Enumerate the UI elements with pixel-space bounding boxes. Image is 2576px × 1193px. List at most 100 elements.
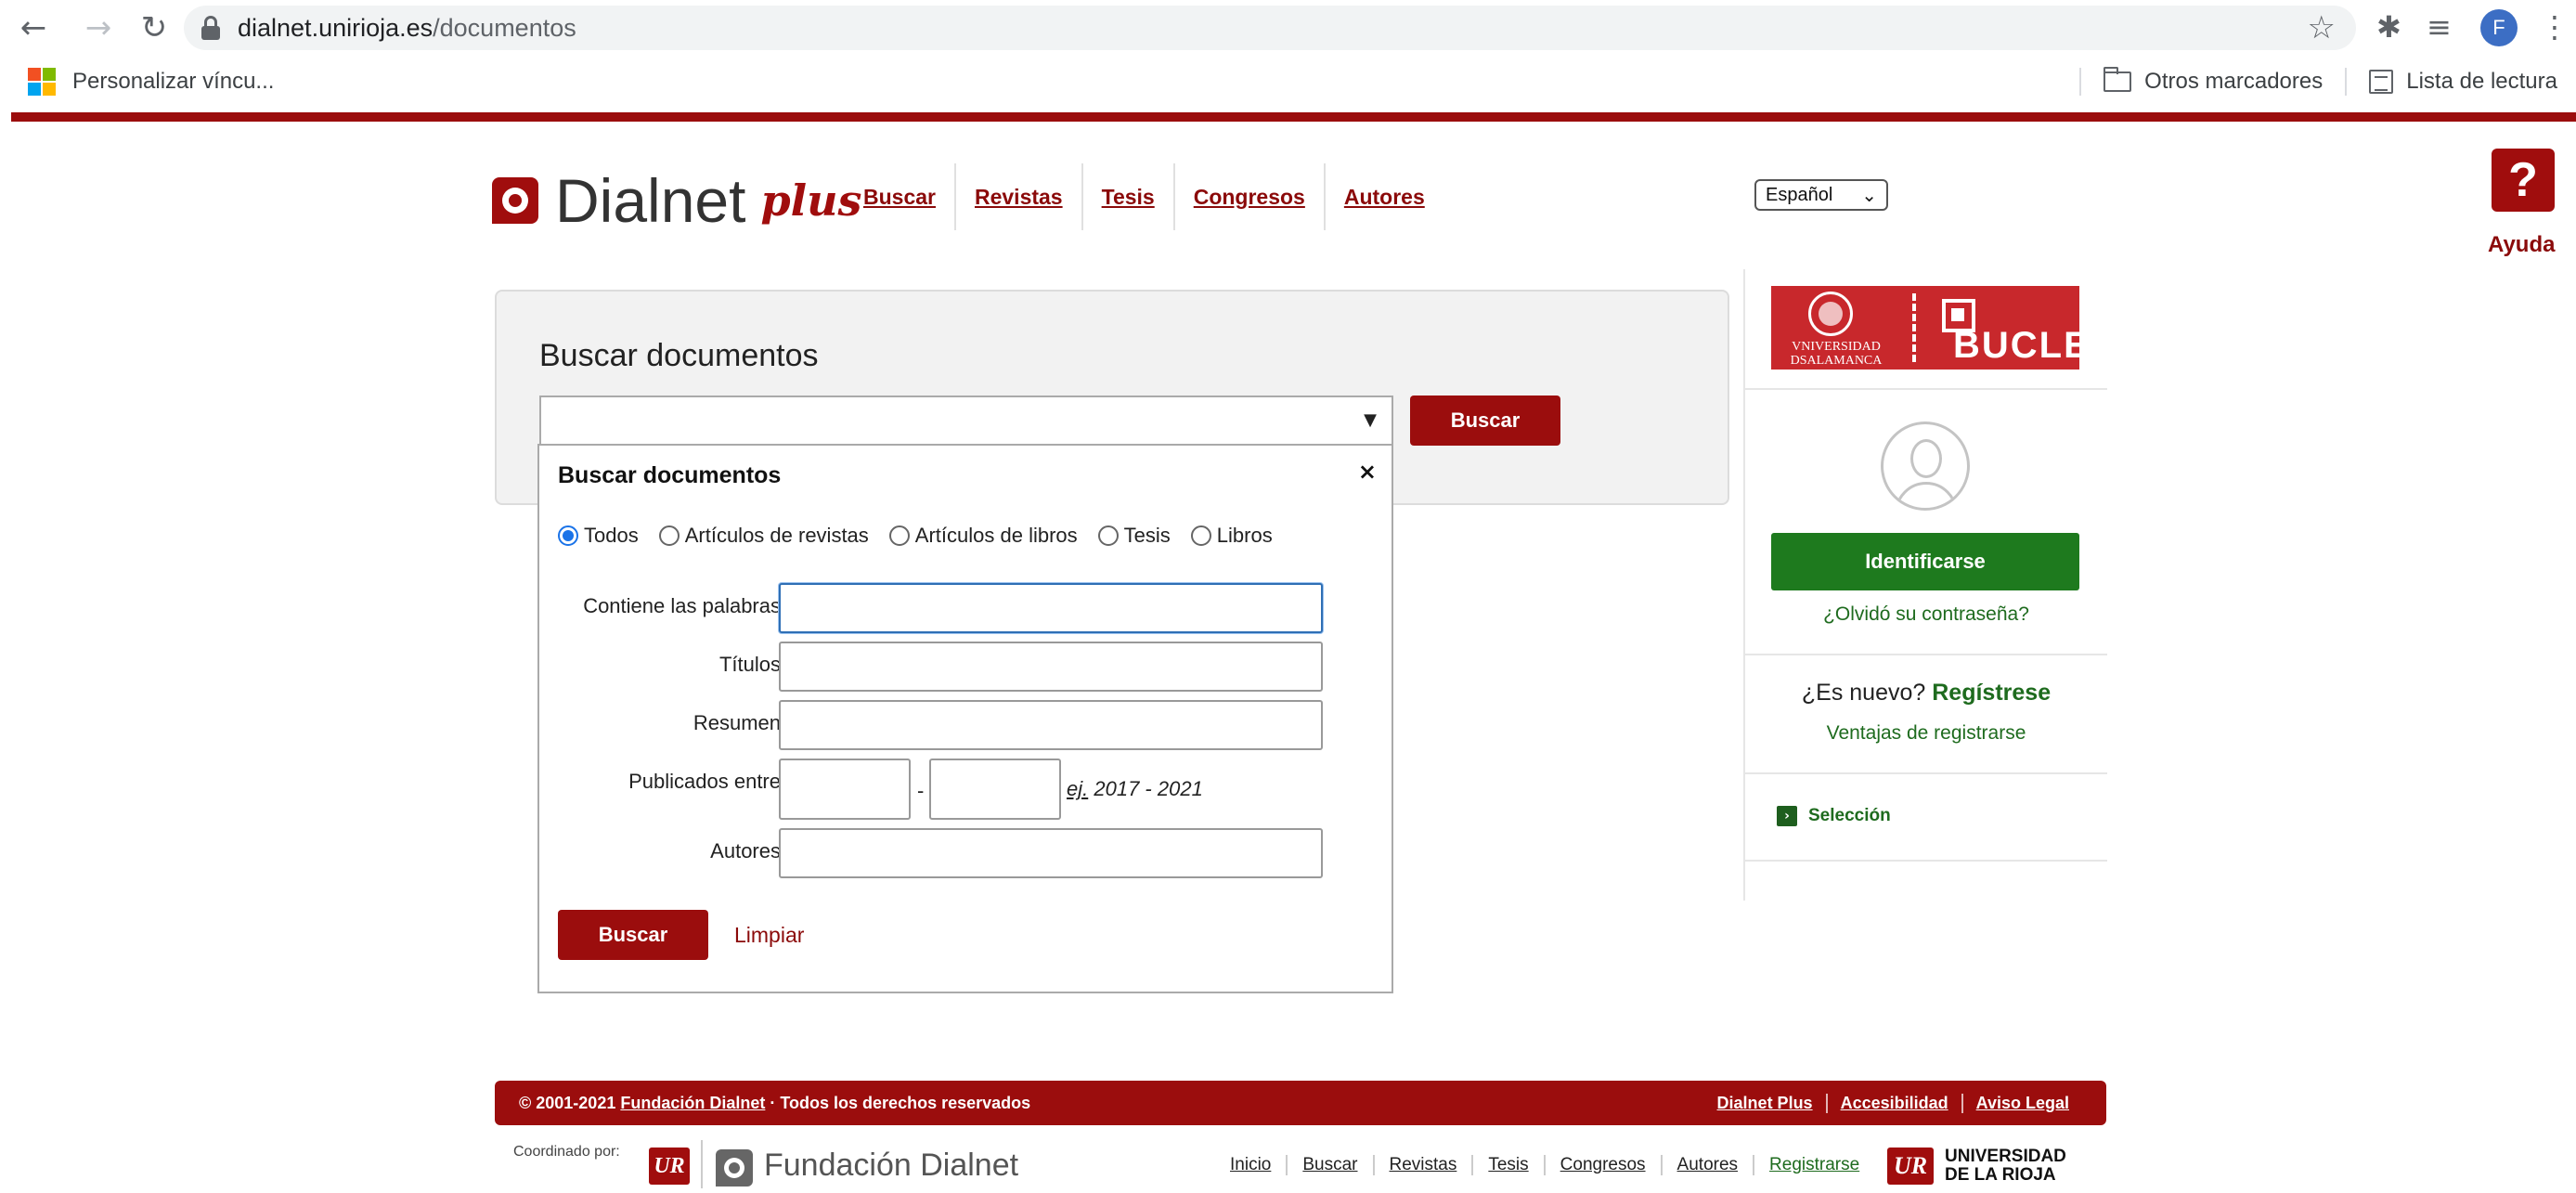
address-bar[interactable]: dialnet.unirioja.es/documentos ☆ <box>184 6 2356 50</box>
words-label: Contiene las palabras <box>583 594 781 617</box>
extensions-puzzle-icon[interactable]: ✱ <box>2376 9 2401 45</box>
radio-articulos-libros[interactable]: Artículos de libros <box>888 524 1078 548</box>
register-link[interactable]: Regístrese <box>1932 680 2051 706</box>
usal-seal-icon <box>1808 292 1853 336</box>
bookmark-separator <box>2345 68 2348 96</box>
close-icon[interactable]: × <box>1358 459 1377 485</box>
fundacion-dialnet-logo-icon[interactable] <box>716 1149 753 1187</box>
search-combo-input[interactable]: ▼ <box>539 396 1393 447</box>
dialnet-logo[interactable]: Dialnet plus <box>492 166 861 235</box>
nav-autores[interactable]: Autores <box>1326 163 1443 230</box>
bookmarks-bar: Personalizar víncu... Otros marcadores L… <box>0 59 2576 104</box>
radio-circle[interactable] <box>1190 525 1211 546</box>
bookmark-otros-marcadores[interactable]: Otros marcadores <box>2144 69 2323 95</box>
language-select[interactable]: Español ⌄ <box>1754 179 1888 211</box>
unirioja-logo-icon[interactable]: UR <box>649 1148 690 1185</box>
footer-bar: © 2001-2021 Fundación Dialnet · Todos lo… <box>495 1081 2106 1125</box>
year-dash: - <box>917 779 925 802</box>
sidebar-divider <box>1745 772 2107 774</box>
summary-label: Resumen <box>693 711 781 734</box>
footer-copyright: © 2001-2021 Fundación Dialnet · Todos lo… <box>519 1093 1031 1112</box>
nav-tesis[interactable]: Tesis <box>1083 163 1175 230</box>
forgot-password-link[interactable]: ¿Olvidó su contraseña? <box>1745 603 2107 626</box>
bookmark-reading-list[interactable]: Lista de lectura <box>2406 69 2557 95</box>
footer-links: Dialnet Plus Accesibilidad Aviso Legal <box>1704 1093 2082 1113</box>
radio-circle[interactable] <box>558 525 578 546</box>
footer-nav-revistas[interactable]: Revistas <box>1372 1155 1472 1175</box>
bucle-banner[interactable]: VNIVERSIDAD DSALAMANCA BUCLE <box>1771 286 2089 370</box>
words-input[interactable] <box>779 583 1323 633</box>
authors-input[interactable] <box>779 828 1323 878</box>
radio-libros[interactable]: Libros <box>1190 524 1273 548</box>
url-text: dialnet.unirioja.es/documentos <box>238 13 576 42</box>
titles-label: Títulos <box>718 653 781 676</box>
radio-tesis[interactable]: Tesis <box>1097 524 1171 548</box>
fundacion-dialnet-text[interactable]: Fundación Dialnet <box>764 1148 1018 1184</box>
radio-todos[interactable]: Todos <box>558 524 639 548</box>
top-red-rule <box>11 112 2576 122</box>
row-words: Contiene las palabras <box>539 583 1393 635</box>
bookmark-personalizar[interactable]: Personalizar víncu... <box>72 69 274 95</box>
footer-nav-autores[interactable]: Autores <box>1660 1155 1753 1175</box>
folder-icon <box>2104 67 2132 92</box>
browser-toolbar: ← → ↻ dialnet.unirioja.es/documentos ☆ ✱… <box>0 0 2576 56</box>
language-value: Español <box>1766 184 1833 205</box>
coordinated-by-label: Coordinado por: <box>513 1144 620 1160</box>
footer-link-accesibilidad[interactable]: Accesibilidad <box>1825 1093 1961 1113</box>
summary-input[interactable] <box>779 700 1323 750</box>
lock-icon[interactable] <box>201 16 221 40</box>
footer-nav-registrarse[interactable]: Registrarse <box>1753 1155 1874 1175</box>
radio-circle[interactable] <box>658 525 680 546</box>
media-queue-icon[interactable]: ≡ <box>2427 9 2452 45</box>
bucle-text: BUCLE <box>1953 325 2091 366</box>
forward-arrow-icon[interactable]: → <box>78 7 119 48</box>
advanced-search-popup: Buscar documentos × Todos Artículos de r… <box>537 444 1393 993</box>
back-arrow-icon[interactable]: ← <box>13 7 54 48</box>
profile-avatar[interactable]: F <box>2480 9 2518 46</box>
selection-link[interactable]: › Selección <box>1777 806 1891 826</box>
nav-revistas[interactable]: Revistas <box>956 163 1083 230</box>
reload-icon[interactable]: ↻ <box>134 7 175 48</box>
footer-fundacion-link[interactable]: Fundación Dialnet <box>620 1094 765 1112</box>
help-button[interactable]: ? <box>2492 149 2555 212</box>
search-button[interactable]: Buscar <box>1410 396 1560 446</box>
advanced-search-button[interactable]: Buscar <box>558 910 708 960</box>
chevron-down-icon: ⌄ <box>1861 184 1877 206</box>
sidebar-divider <box>1745 654 2107 655</box>
footer-bottom: Coordinado por: UR Fundación Dialnet Ini… <box>495 1135 2106 1193</box>
footer-link-dialnet-plus[interactable]: Dialnet Plus <box>1704 1094 1826 1113</box>
sidebar-divider <box>1745 860 2107 862</box>
unirioja-text[interactable]: UNIVERSIDAD DE LA RIOJA <box>1945 1148 2066 1185</box>
footer-divider <box>701 1140 703 1188</box>
clear-link[interactable]: Limpiar <box>734 923 804 948</box>
nav-buscar[interactable]: Buscar <box>845 163 956 230</box>
logo-text: Dialnet <box>555 166 746 235</box>
dialnet-logo-icon <box>492 177 538 224</box>
benefits-link[interactable]: Ventajas de registrarse <box>1745 722 2107 745</box>
bookmark-star-icon[interactable]: ☆ <box>2308 9 2336 46</box>
chevron-right-icon: › <box>1777 806 1797 826</box>
bookmark-separator <box>2079 68 2082 96</box>
year-to-input[interactable] <box>929 759 1061 820</box>
year-from-input[interactable] <box>779 759 911 820</box>
footer-nav-buscar[interactable]: Buscar <box>1286 1155 1372 1175</box>
footer-nav-tesis[interactable]: Tesis <box>1471 1155 1543 1175</box>
row-authors: Autores <box>539 828 1393 880</box>
radio-articulos-revistas[interactable]: Artículos de revistas <box>658 524 869 548</box>
advanced-search-title: Buscar documentos <box>558 462 782 488</box>
radio-circle[interactable] <box>888 525 910 546</box>
nav-congresos[interactable]: Congresos <box>1175 163 1326 230</box>
main-nav: Buscar Revistas Tesis Congresos Autores <box>845 163 1443 230</box>
menu-kebab-icon[interactable]: ⋮ <box>2540 9 2570 45</box>
sidebar: VNIVERSIDAD DSALAMANCA BUCLE Identificars… <box>1743 269 2107 901</box>
caret-down-icon[interactable]: ▼ <box>1364 410 1377 430</box>
footer-link-aviso-legal[interactable]: Aviso Legal <box>1961 1093 2082 1113</box>
login-button[interactable]: Identificarse <box>1771 533 2079 590</box>
unirioja-logo-large-icon[interactable]: UR <box>1887 1148 1934 1185</box>
titles-input[interactable] <box>779 642 1323 692</box>
footer-nav-inicio[interactable]: Inicio <box>1215 1155 1286 1175</box>
row-published: Publicados entre - ej. 2017 - 2021 <box>539 759 1393 822</box>
help-label[interactable]: Ayuda <box>2488 232 2555 258</box>
radio-circle[interactable] <box>1097 525 1119 546</box>
footer-nav-congresos[interactable]: Congresos <box>1543 1155 1661 1175</box>
